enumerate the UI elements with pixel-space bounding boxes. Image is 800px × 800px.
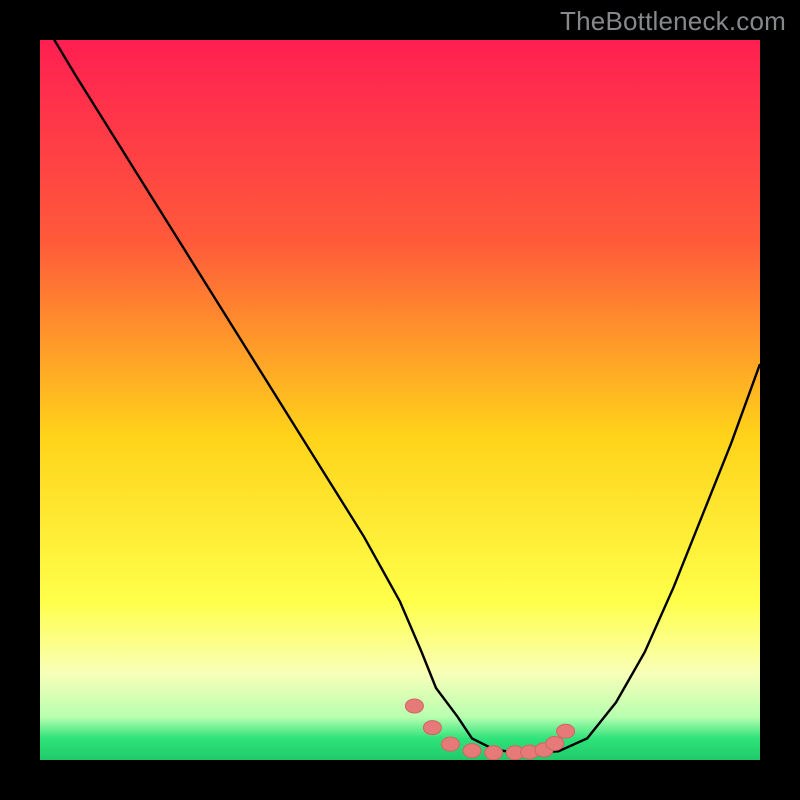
marker-point (405, 699, 423, 713)
marker-point (463, 744, 481, 758)
marker-point (423, 721, 441, 735)
gradient-background (40, 40, 760, 760)
watermark-text: TheBottleneck.com (560, 6, 786, 37)
chart-frame: TheBottleneck.com (0, 0, 800, 800)
marker-point (441, 737, 459, 751)
chart-svg (40, 40, 760, 760)
plot-area (40, 40, 760, 760)
marker-point (546, 736, 564, 750)
marker-point (557, 724, 575, 738)
marker-point (485, 746, 503, 760)
